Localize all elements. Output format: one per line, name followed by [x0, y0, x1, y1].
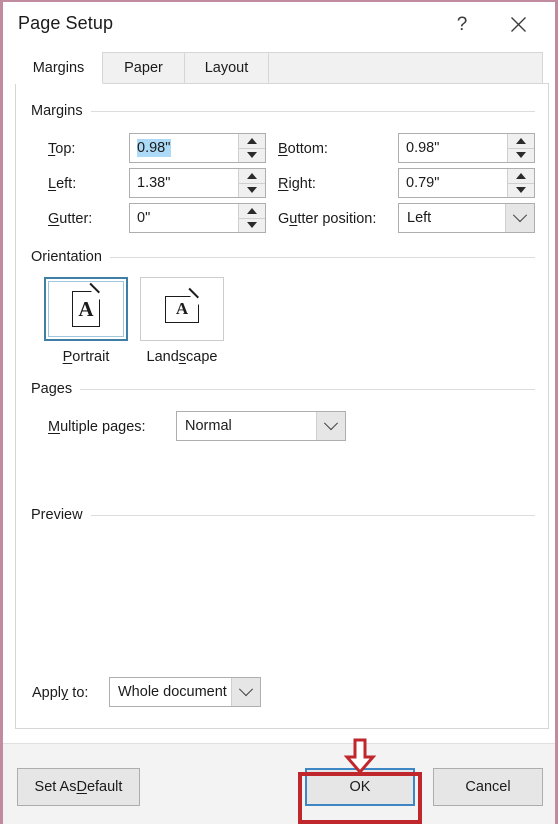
bottom-margin-spin-down[interactable] — [508, 149, 534, 163]
top-margin-value-wrap[interactable]: 0.98" — [130, 134, 238, 162]
triangle-down-icon — [247, 152, 257, 159]
group-divider — [90, 110, 535, 112]
right-margin-value-wrap[interactable]: 0.79" — [399, 169, 507, 197]
triangle-up-icon — [247, 172, 257, 179]
title-bar: Page Setup ? — [3, 2, 555, 47]
orientation-option-landscape[interactable]: A — [140, 277, 224, 341]
group-divider — [80, 388, 535, 390]
triangle-up-icon — [247, 207, 257, 214]
multiple-pages-value: Normal — [185, 418, 232, 434]
top-margin-value: 0.98" — [137, 139, 172, 157]
gutter-spinner[interactable]: 0" — [129, 203, 266, 233]
gutter-label: Gutter: — [48, 211, 93, 227]
right-margin-spin-up[interactable] — [508, 169, 534, 184]
gutter-position-combo[interactable]: Left — [398, 203, 535, 233]
orientation-landscape-label: Landscape — [146, 349, 218, 365]
left-margin-spin-down[interactable] — [239, 184, 265, 198]
right-margin-value: 0.79" — [406, 175, 440, 191]
triangle-down-icon — [516, 152, 526, 159]
triangle-down-icon — [516, 187, 526, 194]
tab-margins-label: Margins — [32, 59, 85, 76]
top-margin-spinner[interactable]: 0.98" — [129, 133, 266, 163]
orientation-group-header: Orientation — [31, 249, 535, 265]
gutter-position-dropdown-button[interactable] — [505, 204, 534, 232]
preview-group-header: Preview — [31, 507, 535, 523]
triangle-up-icon — [516, 137, 526, 144]
page-setup-dialog: Page Setup ? Margins Paper Layout Margin… — [0, 0, 558, 824]
tab-layout-label: Layout — [204, 60, 249, 76]
apply-to-dropdown-button[interactable] — [231, 678, 260, 706]
tab-strip: Margins Paper Layout — [15, 52, 543, 84]
top-margin-spin-buttons[interactable] — [238, 134, 265, 162]
help-icon[interactable]: ? — [439, 2, 485, 47]
right-margin-spinner[interactable]: 0.79" — [398, 168, 535, 198]
left-margin-label: Left: — [48, 176, 77, 192]
bottom-margin-label: Bottom: — [278, 141, 328, 157]
triangle-up-icon — [516, 172, 526, 179]
portrait-page-icon: A — [72, 282, 100, 327]
preview-group-label: Preview — [31, 507, 83, 523]
apply-to-value: Whole document — [118, 684, 227, 700]
triangle-down-icon — [247, 222, 257, 229]
ok-button[interactable]: OK — [305, 768, 415, 806]
tab-paper-label: Paper — [124, 60, 163, 76]
multiple-pages-combo[interactable]: Normal — [176, 411, 346, 441]
dialog-title: Page Setup — [18, 13, 114, 33]
pages-group-header: Pages — [31, 381, 535, 397]
gutter-position-label: Gutter position: — [278, 211, 377, 227]
top-margin-spin-down[interactable] — [239, 149, 265, 163]
group-divider — [109, 256, 535, 258]
tab-margins[interactable]: Margins — [15, 52, 103, 84]
triangle-down-icon — [247, 187, 257, 194]
pages-group-label: Pages — [31, 381, 73, 397]
margins-tab-panel: Margins Top: 0.98" Bottom: 0.98" Left: 1… — [15, 83, 549, 729]
apply-to-combo[interactable]: Whole document — [109, 677, 261, 707]
bottom-margin-value: 0.98" — [406, 140, 440, 156]
chevron-down-icon — [512, 208, 528, 223]
right-margin-label: Right: — [278, 176, 316, 192]
margins-group-label: Margins — [31, 103, 83, 119]
bottom-margin-value-wrap[interactable]: 0.98" — [399, 134, 507, 162]
ok-button-label: OK — [349, 779, 371, 795]
orientation-group-label: Orientation — [31, 249, 102, 265]
dialog-button-bar: Set As Default OK Cancel — [3, 743, 555, 824]
cancel-button-label: Cancel — [465, 779, 511, 795]
orientation-portrait-label: Portrait — [62, 349, 110, 365]
top-margin-label: Top: — [48, 141, 76, 157]
left-margin-value: 1.38" — [137, 175, 171, 191]
bottom-margin-spin-up[interactable] — [508, 134, 534, 149]
bottom-margin-spin-buttons[interactable] — [507, 134, 534, 162]
left-margin-value-wrap[interactable]: 1.38" — [130, 169, 238, 197]
set-as-default-button[interactable]: Set As Default — [17, 768, 140, 806]
gutter-position-value: Left — [407, 210, 432, 226]
close-icon[interactable] — [495, 2, 541, 47]
landscape-icon-glyph: A — [175, 299, 189, 318]
cancel-button[interactable]: Cancel — [433, 768, 543, 806]
top-margin-spin-up[interactable] — [239, 134, 265, 149]
left-margin-spin-buttons[interactable] — [238, 169, 265, 197]
gutter-spin-down[interactable] — [239, 219, 265, 233]
chevron-down-icon — [238, 682, 254, 697]
margins-group-header: Margins — [31, 103, 535, 119]
multiple-pages-label: Multiple pages: — [48, 419, 146, 435]
gutter-value-wrap[interactable]: 0" — [130, 204, 238, 232]
landscape-page-icon: A — [165, 287, 199, 323]
tab-paper[interactable]: Paper — [103, 52, 185, 84]
group-divider — [90, 514, 535, 516]
gutter-value: 0" — [137, 210, 151, 226]
chevron-down-icon — [323, 416, 339, 431]
right-margin-spin-buttons[interactable] — [507, 169, 534, 197]
left-margin-spinner[interactable]: 1.38" — [129, 168, 266, 198]
bottom-margin-spinner[interactable]: 0.98" — [398, 133, 535, 163]
triangle-up-icon — [247, 137, 257, 144]
tab-layout[interactable]: Layout — [185, 52, 269, 84]
right-margin-spin-down[interactable] — [508, 184, 534, 198]
gutter-spin-buttons[interactable] — [238, 204, 265, 232]
portrait-icon-glyph: A — [78, 296, 94, 321]
apply-to-label: Apply to: — [32, 685, 89, 701]
orientation-option-portrait[interactable]: A — [44, 277, 128, 341]
left-margin-spin-up[interactable] — [239, 169, 265, 184]
gutter-spin-up[interactable] — [239, 204, 265, 219]
multiple-pages-dropdown-button[interactable] — [316, 412, 345, 440]
